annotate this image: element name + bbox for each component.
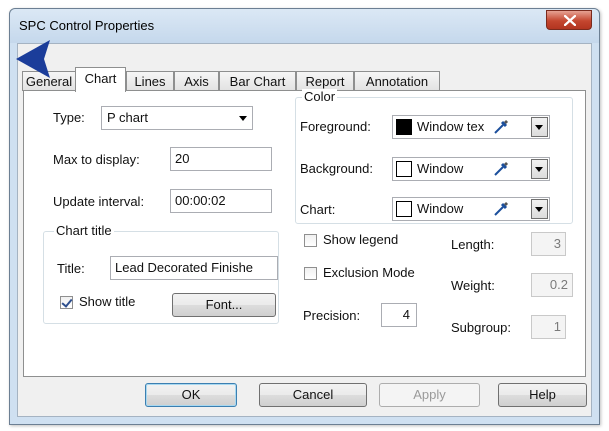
weight-label: Weight:: [451, 278, 495, 293]
title-label: Title:: [57, 261, 85, 276]
chart-color-label: Chart:: [300, 202, 336, 217]
eyedropper-icon[interactable]: [492, 160, 510, 178]
update-interval-label: Update interval:: [53, 194, 145, 209]
tab-label: Lines: [134, 74, 166, 89]
chevron-down-icon: [535, 125, 543, 130]
chart-color-value: Window: [417, 201, 464, 216]
foreground-value: Window tex: [417, 119, 485, 134]
foreground-label: Foreground:: [300, 119, 371, 134]
title-input[interactable]: Lead Decorated Finishe: [110, 256, 278, 280]
type-value: P chart: [107, 110, 148, 125]
show-title-label: Show title: [79, 294, 136, 309]
tab-report[interactable]: Report: [296, 71, 354, 91]
chevron-down-icon: [239, 116, 247, 121]
tab-label: Report: [305, 74, 345, 89]
tab-label: Axis: [184, 74, 209, 89]
length-input[interactable]: 3: [531, 232, 566, 256]
foreground-dropdown-button[interactable]: [531, 117, 548, 137]
weight-input[interactable]: 0.2: [531, 273, 573, 297]
pointer-arrow-icon: [16, 40, 50, 78]
background-value: Window: [417, 161, 464, 176]
tab-lines[interactable]: Lines: [126, 71, 174, 91]
eyedropper-icon[interactable]: [492, 118, 510, 136]
help-button[interactable]: Help: [498, 383, 587, 407]
properties-dialog: SPC Control Properties General Chart Lin…: [9, 8, 600, 425]
eyedropper-icon[interactable]: [492, 200, 510, 218]
background-color-select[interactable]: Window: [392, 157, 550, 181]
tab-axis[interactable]: Axis: [174, 71, 219, 91]
font-button[interactable]: Font...: [172, 293, 276, 317]
title-bar[interactable]: SPC Control Properties: [10, 9, 599, 43]
exclusion-mode-label: Exclusion Mode: [323, 265, 415, 280]
type-label: Type:: [53, 110, 85, 125]
length-label: Length:: [451, 237, 495, 252]
chart-color-select[interactable]: Window: [392, 197, 550, 221]
close-icon: [564, 15, 576, 26]
subgroup-input[interactable]: 1: [531, 315, 566, 339]
chevron-down-icon: [535, 167, 543, 172]
max-display-label: Max to display:: [53, 152, 140, 167]
subgroup-label: Subgroup:: [451, 320, 511, 335]
foreground-color-select[interactable]: Window tex: [392, 115, 550, 139]
chart-color-dropdown-button[interactable]: [531, 199, 548, 219]
show-legend-label: Show legend: [323, 232, 399, 247]
tab-bar-chart[interactable]: Bar Chart: [219, 71, 296, 91]
tab-label: Chart: [84, 71, 117, 86]
exclusion-mode-checkbox[interactable]: [304, 267, 317, 280]
ok-button[interactable]: OK: [145, 383, 237, 407]
background-swatch: [396, 161, 412, 177]
precision-input[interactable]: 4: [381, 303, 417, 327]
update-interval-input[interactable]: 00:00:02: [170, 189, 272, 213]
max-display-input[interactable]: 20: [170, 147, 272, 171]
chart-title-group-caption: Chart title: [54, 223, 114, 238]
tab-chart[interactable]: Chart: [75, 67, 126, 92]
tab-label: Annotation: [365, 74, 429, 89]
type-dropdown[interactable]: P chart: [101, 106, 253, 130]
precision-label: Precision:: [303, 308, 361, 323]
foreground-swatch: [396, 119, 412, 135]
background-dropdown-button[interactable]: [531, 159, 548, 179]
apply-button[interactable]: Apply: [379, 383, 480, 407]
tab-label: Bar Chart: [229, 74, 286, 89]
chevron-down-icon: [535, 207, 543, 212]
close-button[interactable]: [546, 10, 592, 30]
cancel-button[interactable]: Cancel: [259, 383, 367, 407]
show-legend-checkbox[interactable]: [304, 234, 317, 247]
window-title: SPC Control Properties: [19, 18, 155, 33]
background-label: Background:: [300, 161, 373, 176]
dialog-client-area: General Chart Lines Axis Bar Chart Repor…: [17, 43, 592, 417]
show-title-checkbox[interactable]: [60, 296, 73, 309]
color-group-caption: Color: [302, 89, 338, 104]
chart-swatch: [396, 201, 412, 217]
chart-tab-panel: Type: P chart Max to display: 20 Update …: [23, 89, 586, 377]
tab-annotation[interactable]: Annotation: [354, 71, 440, 91]
